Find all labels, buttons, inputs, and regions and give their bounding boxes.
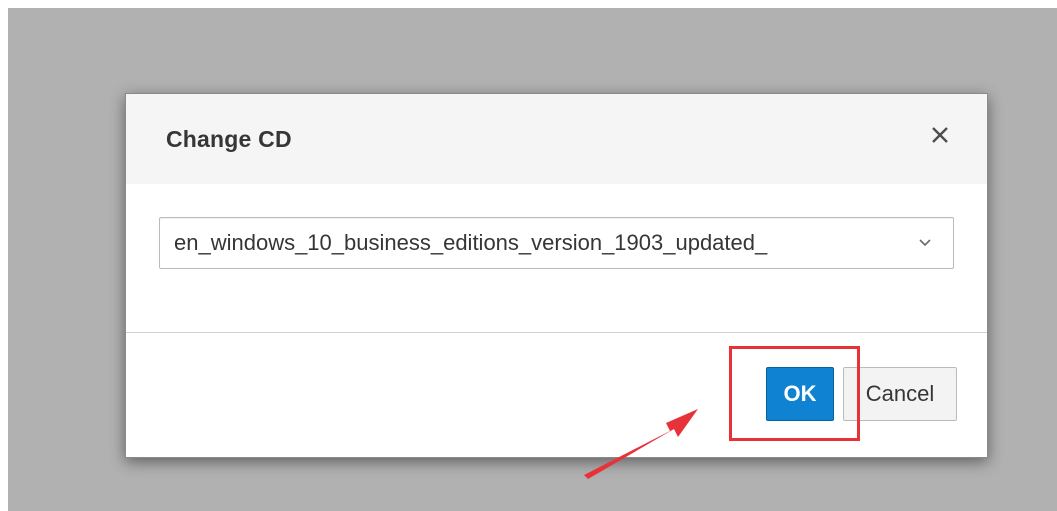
chevron-down-icon: [917, 232, 933, 252]
change-cd-dialog: Change CD en_windows_10_business_edition…: [125, 93, 988, 458]
cancel-button[interactable]: Cancel: [843, 367, 957, 421]
screenshot-stage: Change CD en_windows_10_business_edition…: [0, 0, 1057, 511]
dialog-title: Change CD: [166, 126, 292, 152]
dialog-footer: OK Cancel: [126, 333, 987, 457]
dialog-header: Change CD: [126, 94, 987, 184]
cd-image-selected-value: en_windows_10_business_editions_version_…: [174, 230, 768, 255]
close-icon[interactable]: [927, 122, 953, 148]
cd-image-select[interactable]: en_windows_10_business_editions_version_…: [159, 217, 954, 269]
dialog-body: en_windows_10_business_editions_version_…: [126, 184, 987, 332]
ok-button[interactable]: OK: [766, 367, 834, 421]
